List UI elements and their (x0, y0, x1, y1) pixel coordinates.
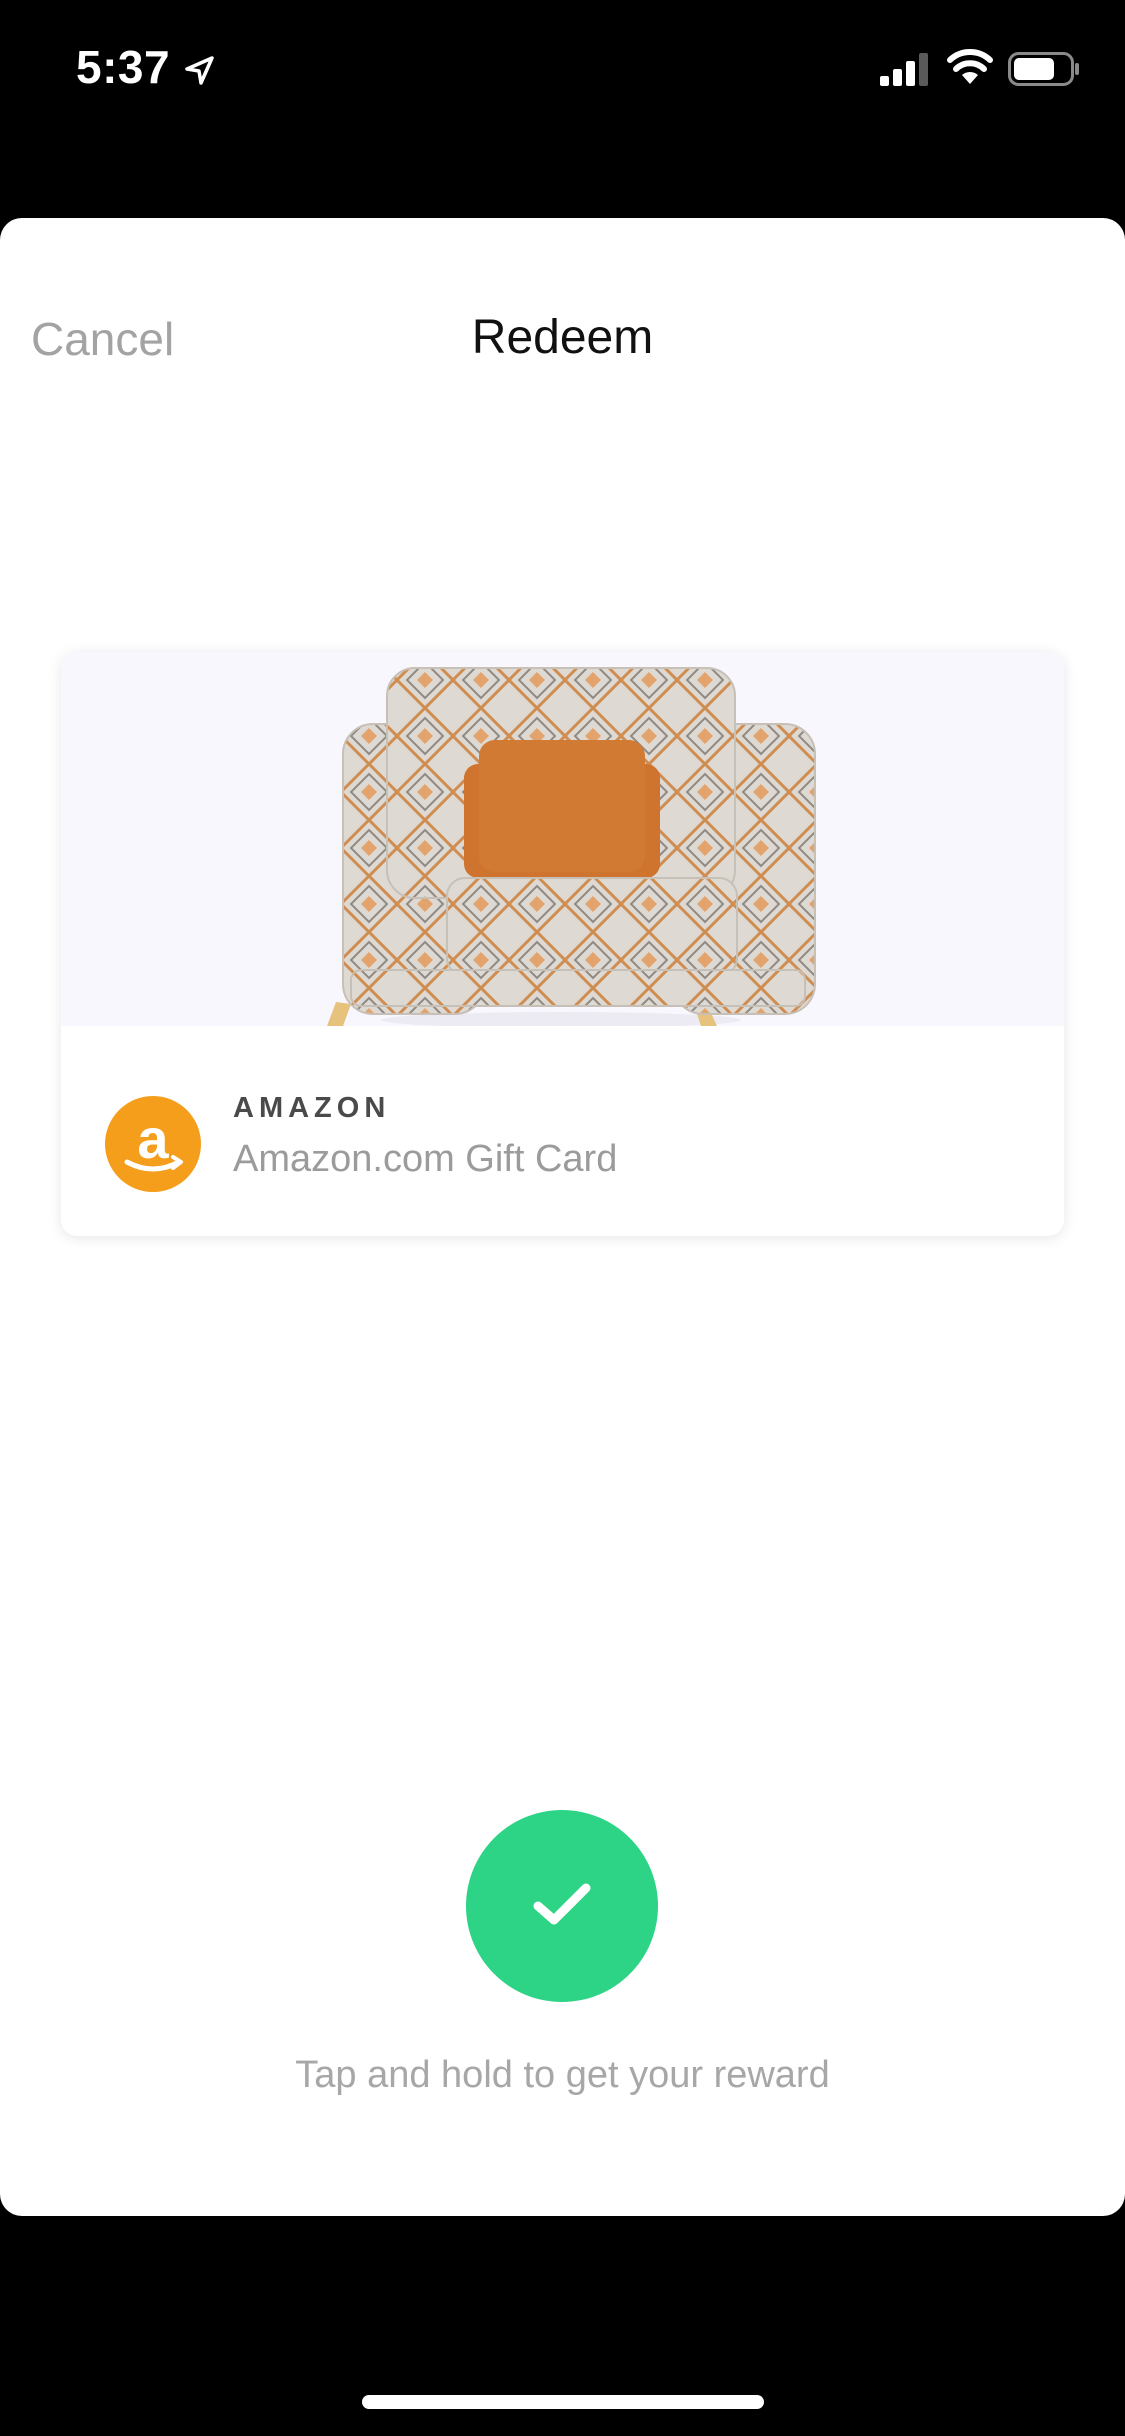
armchair-image (61, 652, 1064, 1026)
status-bar: 5:37 (0, 0, 1125, 135)
battery-icon (1008, 52, 1079, 86)
cellular-signal-icon (880, 53, 928, 86)
svg-text:a: a (137, 1107, 169, 1170)
hint-text: Tap and hold to get your reward (295, 2054, 830, 2096)
amazon-logo: a (105, 1096, 201, 1192)
checkmark-icon (533, 1883, 591, 1925)
location-arrow-icon (185, 56, 214, 85)
reward-card[interactable]: a AMAZON Amazon.com Gift Card (61, 652, 1064, 1236)
page-title: Redeem (471, 311, 654, 364)
redeem-sheet: Cancel Redeem a AMAZON Amazon.com Gift C… (0, 218, 1125, 2216)
brand-name: AMAZON (233, 1092, 391, 1124)
product-name: Amazon.com Gift Card (233, 1138, 618, 1180)
home-indicator[interactable] (362, 2395, 764, 2409)
status-time: 5:37 (76, 41, 171, 93)
redeem-hold-button[interactable] (466, 1810, 658, 2002)
wifi-icon (947, 49, 993, 84)
